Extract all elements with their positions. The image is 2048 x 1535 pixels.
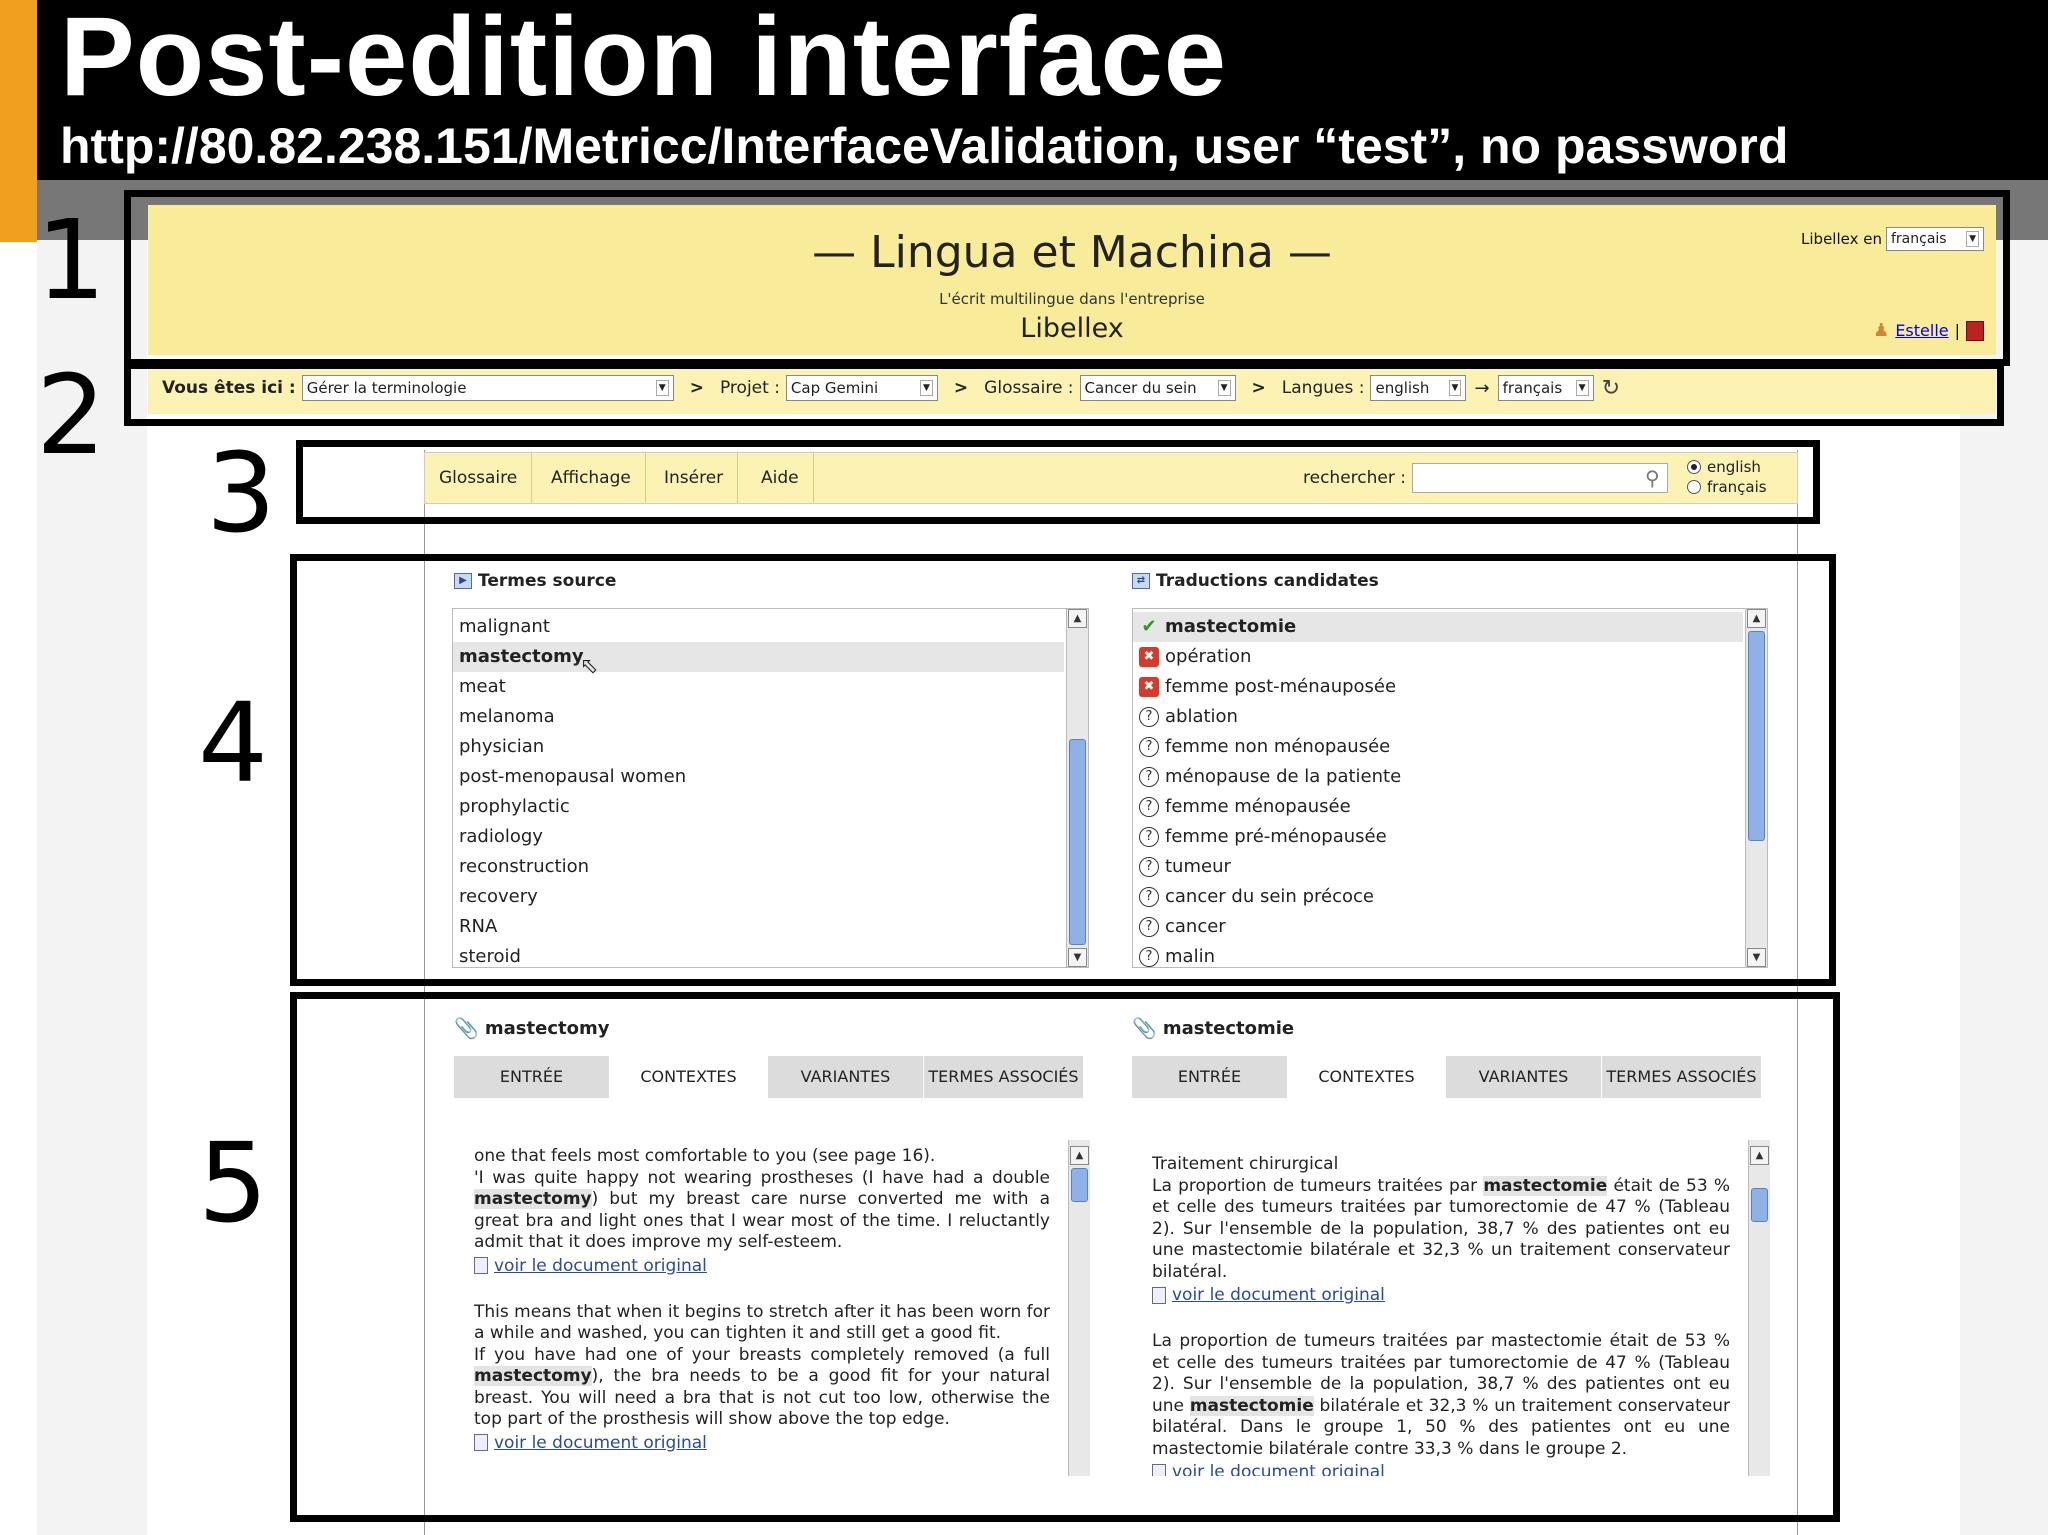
region-number-3: 3: [206, 429, 276, 557]
region-3-frame: [296, 440, 1820, 524]
region-4-frame: [290, 554, 1836, 986]
slide-accent-strip: [0, 0, 37, 242]
region-2-frame: [124, 362, 2004, 426]
slide-title: Post-edition interface: [60, 0, 1228, 119]
region-number-2: 2: [36, 351, 106, 479]
region-number-4: 4: [198, 679, 268, 807]
slide-subtitle: http://80.82.238.151/Metricc/InterfaceVa…: [60, 118, 1789, 174]
region-1-frame: [124, 190, 2010, 366]
region-number-5: 5: [198, 1119, 268, 1247]
slide-shade-right: [1960, 240, 2048, 1535]
region-number-1: 1: [36, 196, 106, 324]
region-5-frame: [290, 992, 1840, 1522]
